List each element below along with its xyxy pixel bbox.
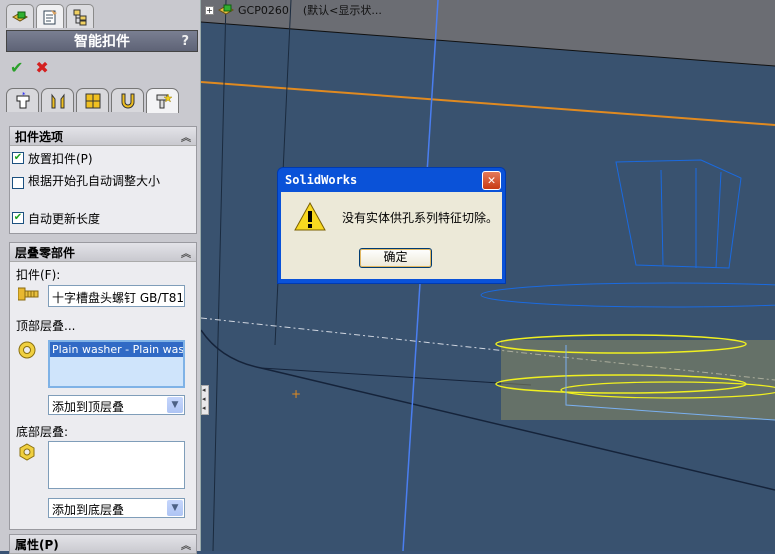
expand-icon[interactable]: +	[205, 5, 214, 15]
properties-group: 属性(P) ︽	[9, 534, 197, 554]
part-icon	[218, 4, 234, 15]
cancel-button[interactable]: ✖	[35, 58, 48, 77]
warning-icon	[294, 202, 326, 231]
chevron-down-icon[interactable]: ▼	[167, 500, 183, 516]
bottom-stack-dropdown[interactable]: 添加到底层叠 ▼	[48, 498, 185, 518]
feature-tree-item[interactable]: + GCP0260 (默认<显示状...	[205, 2, 382, 18]
fastener-label: 扣件(F):	[16, 268, 61, 282]
tab-countersink[interactable]	[41, 88, 74, 112]
ok-button[interactable]: ✔	[10, 58, 23, 77]
tab-grid[interactable]	[76, 88, 109, 112]
tab-feature-manager[interactable]	[6, 4, 34, 28]
chevron-down-icon[interactable]: ▼	[167, 397, 183, 413]
panel-title: 智能扣件	[74, 34, 130, 50]
feature-manager-icon	[11, 11, 29, 22]
group-header[interactable]: 扣件选项 ︽	[10, 127, 196, 146]
panel-title-bar: 智能扣件 ?	[6, 30, 198, 52]
screw-icon	[18, 287, 39, 301]
auto-update-length-checkbox[interactable]: ✔ 自动更新长度	[12, 210, 100, 227]
expand-icon[interactable]: ︽	[181, 537, 191, 552]
list-item[interactable]: Plain washer - Plain washer	[50, 342, 183, 357]
property-manager-icon	[43, 9, 57, 24]
smart-fastener-tab-icon	[156, 93, 172, 109]
feature-tabs: *	[6, 88, 179, 113]
collapse-icon[interactable]: ︽	[181, 129, 191, 144]
top-stack-label: 顶部层叠...	[16, 319, 76, 333]
bottom-stack-list[interactable]	[48, 441, 185, 489]
help-button[interactable]: ?	[181, 34, 189, 49]
checkbox-unchecked-icon[interactable]	[12, 177, 24, 189]
group-header[interactable]: 层叠零部件 ︽	[10, 243, 196, 262]
dialog-title-bar: SolidWorks ✕	[281, 168, 502, 192]
manager-tabs	[6, 4, 94, 28]
slot-tab-icon	[121, 93, 134, 108]
panel-collapse-handle[interactable]: ◂ ◂ ◂	[201, 385, 209, 415]
svg-text:*: *	[22, 92, 26, 99]
auto-size-checkbox[interactable]: 根据开始孔自动调整大小	[12, 175, 162, 189]
countersink-tab-icon	[51, 93, 64, 108]
part-configuration: (默认<显示状...	[302, 4, 382, 17]
confirm-button[interactable]: 确定	[359, 248, 432, 268]
tab-slot[interactable]	[111, 88, 144, 112]
washer-icon	[18, 341, 36, 359]
place-fastener-checkbox[interactable]: ✔ 放置扣件(P)	[12, 150, 93, 167]
top-stack-dropdown[interactable]: 添加到顶层叠 ▼	[48, 395, 185, 415]
nut-icon	[19, 443, 35, 461]
property-manager-panel: 智能扣件 ? ✔ ✖ * 扣件选项 ︽ ✔ 放置扣件(P) 根据开始孔自动调整大小 …	[0, 0, 201, 554]
group-header[interactable]: 属性(P) ︽	[10, 535, 196, 554]
tab-counterbore[interactable]: *	[6, 88, 39, 112]
tab-configuration-manager[interactable]	[66, 4, 94, 28]
bottom-stack-label: 底部层叠:	[16, 425, 69, 439]
close-button[interactable]: ✕	[482, 170, 501, 190]
part-name: GCP0260	[238, 3, 289, 17]
checkbox-checked-icon[interactable]: ✔	[12, 152, 24, 164]
message-dialog: SolidWorks ✕ 没有实体供孔系列特征切除。 确定	[277, 167, 506, 284]
checkbox-checked-icon[interactable]: ✔	[12, 212, 24, 224]
configuration-manager-icon	[73, 9, 87, 25]
collapse-icon[interactable]: ︽	[181, 245, 191, 260]
tab-property-manager[interactable]	[36, 4, 64, 28]
svg-text:+: +	[291, 387, 301, 401]
top-stack-list[interactable]: Plain washer - Plain washer	[48, 340, 185, 388]
dialog-title: SolidWorks	[285, 173, 358, 187]
stack-components-group: 层叠零部件 ︽ 扣件(F): 十字槽盘头螺钉 GB/T818- 顶部层叠... P…	[9, 242, 197, 530]
grid-tab-icon	[85, 93, 100, 108]
fastener-field[interactable]: 十字槽盘头螺钉 GB/T818-	[48, 285, 185, 307]
counterbore-tab-icon: *	[16, 92, 29, 108]
dialog-message: 没有实体供孔系列特征切除。	[342, 211, 499, 225]
tab-smart-fastener[interactable]	[146, 88, 179, 113]
